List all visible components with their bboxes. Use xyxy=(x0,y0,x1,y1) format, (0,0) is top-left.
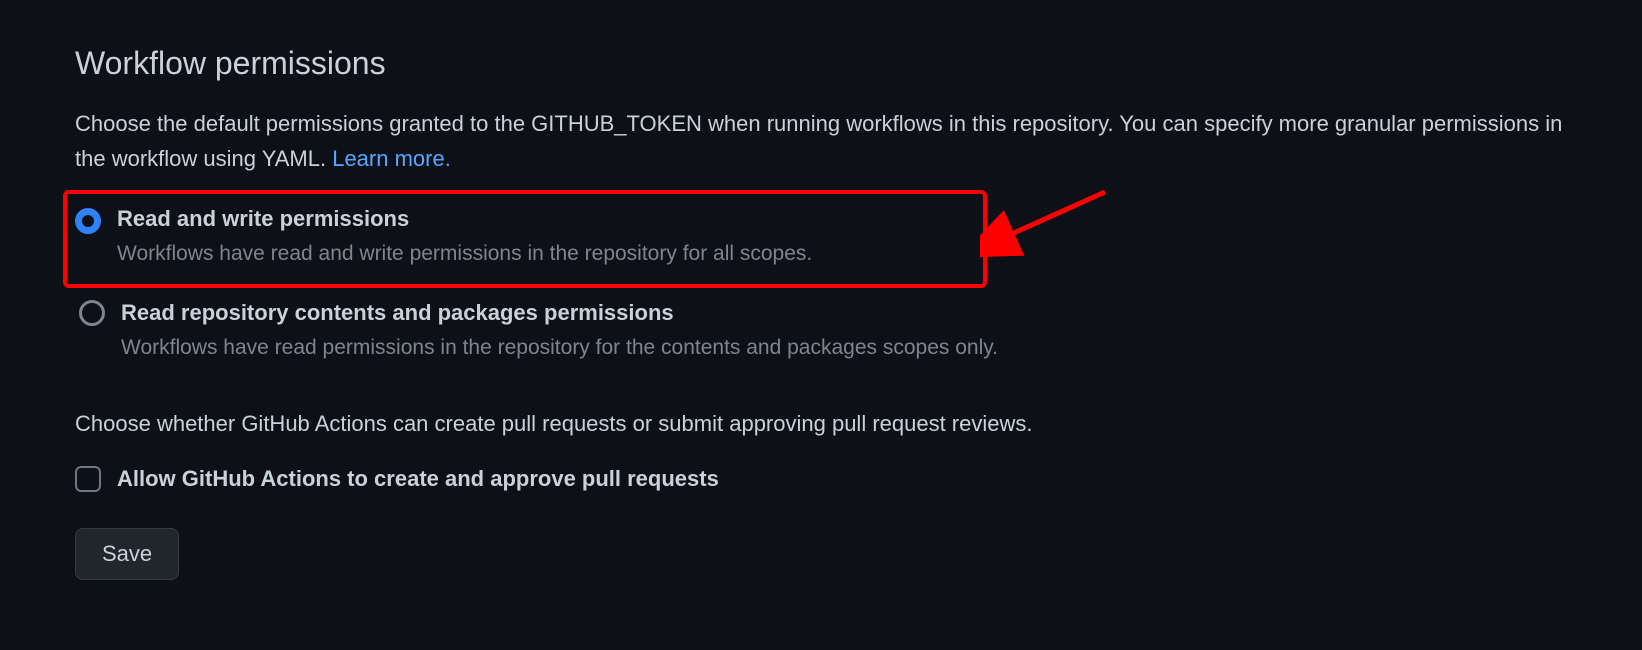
radio-input-read-write[interactable] xyxy=(75,208,101,234)
radio-input-read-only[interactable] xyxy=(79,300,105,326)
checkbox-label-allow-pr: Allow GitHub Actions to create and appro… xyxy=(117,466,719,492)
radio-content-read-write: Read and write permissions Workflows hav… xyxy=(117,206,812,266)
pr-section-description: Choose whether GitHub Actions can create… xyxy=(75,406,1567,441)
permissions-radio-group: Read and write permissions Workflows hav… xyxy=(75,190,1567,378)
description-text: Choose the default permissions granted t… xyxy=(75,111,1562,171)
section-description: Choose the default permissions granted t… xyxy=(75,106,1567,176)
checkbox-input-allow-pr[interactable] xyxy=(75,466,101,492)
save-button[interactable]: Save xyxy=(75,528,179,580)
radio-option-read-only[interactable]: Read repository contents and packages pe… xyxy=(75,288,1567,378)
learn-more-link[interactable]: Learn more. xyxy=(332,146,451,171)
radio-label-read-only: Read repository contents and packages pe… xyxy=(121,300,998,326)
section-title: Workflow permissions xyxy=(75,45,1567,82)
checkbox-option-allow-pr[interactable]: Allow GitHub Actions to create and appro… xyxy=(75,466,1567,492)
radio-content-read-only: Read repository contents and packages pe… xyxy=(121,300,998,360)
radio-option-read-write[interactable]: Read and write permissions Workflows hav… xyxy=(63,190,987,288)
radio-description-read-write: Workflows have read and write permission… xyxy=(117,242,812,266)
radio-label-read-write: Read and write permissions xyxy=(117,206,812,232)
radio-description-read-only: Workflows have read permissions in the r… xyxy=(121,336,998,360)
